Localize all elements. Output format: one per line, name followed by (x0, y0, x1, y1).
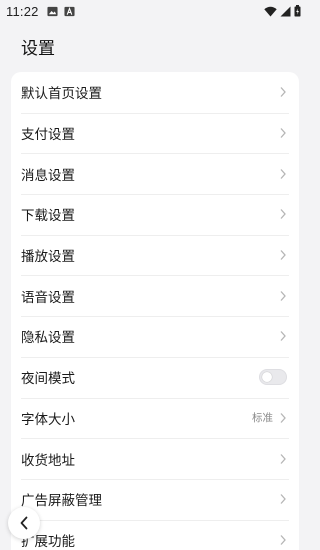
settings-item-font-size[interactable]: 字体大小 标准 (11, 397, 299, 439)
settings-item-privacy[interactable]: 隐私设置 (11, 316, 299, 357)
chevron-right-icon (280, 412, 286, 423)
toggle-knob (262, 372, 272, 383)
settings-item-download[interactable]: 下载设置 (11, 194, 299, 235)
settings-item-shipping-address[interactable]: 收货地址 (11, 438, 299, 479)
settings-item-label: 隐私设置 (21, 330, 75, 347)
night-mode-toggle[interactable] (259, 369, 287, 386)
settings-item-voice[interactable]: 语音设置 (11, 275, 299, 316)
font-app-icon (64, 6, 75, 16)
chevron-right-icon (280, 494, 286, 505)
signal-icon (280, 6, 291, 16)
chevron-right-icon (280, 290, 286, 301)
settings-item-label: 广告屏蔽管理 (21, 493, 102, 510)
settings-card: 默认首页设置 支付设置 消息设置 下载设置 播放设置 语音设置 隐私设置 夜间模… (11, 72, 299, 550)
status-bar: 11:22 (0, 0, 309, 22)
chevron-right-icon (280, 128, 286, 138)
settings-item-extensions[interactable]: 扩展功能 (11, 519, 299, 550)
settings-item-label: 默认首页设置 (21, 86, 102, 103)
settings-item-default-homepage[interactable]: 默认首页设置 (11, 72, 299, 113)
chevron-right-icon (280, 168, 286, 179)
chevron-right-icon (280, 331, 286, 342)
back-button[interactable] (8, 507, 40, 539)
chevron-right-icon (280, 209, 286, 220)
chevron-right-icon (280, 534, 286, 545)
settings-item-label: 夜间模式 (21, 371, 75, 388)
font-size-value: 标准 (252, 412, 273, 425)
settings-item-label: 下载设置 (21, 208, 75, 225)
wifi-icon (264, 6, 277, 16)
settings-item-label: 消息设置 (21, 167, 75, 184)
page-title: 设置 (21, 39, 55, 59)
settings-item-label: 支付设置 (21, 127, 75, 144)
chevron-right-icon (280, 453, 286, 464)
status-right-icons (264, 5, 301, 17)
settings-item-ad-blocking[interactable]: 广告屏蔽管理 (11, 478, 299, 520)
status-time: 11:22 (6, 3, 39, 19)
settings-item-night-mode: 夜间模式 (11, 356, 299, 398)
image-icon (47, 6, 58, 16)
settings-item-messages[interactable]: 消息设置 (11, 153, 299, 194)
settings-item-label: 播放设置 (21, 249, 75, 266)
settings-item-payment[interactable]: 支付设置 (11, 112, 299, 154)
status-left-icons (47, 6, 75, 17)
settings-item-playback[interactable]: 播放设置 (11, 234, 299, 276)
battery-icon (294, 5, 301, 17)
chevron-left-icon (20, 516, 28, 530)
settings-item-label: 收货地址 (21, 452, 75, 469)
settings-item-label: 语音设置 (21, 289, 75, 306)
settings-item-label: 字体大小 (21, 411, 75, 428)
chevron-right-icon (280, 250, 286, 261)
chevron-right-icon (280, 87, 286, 98)
